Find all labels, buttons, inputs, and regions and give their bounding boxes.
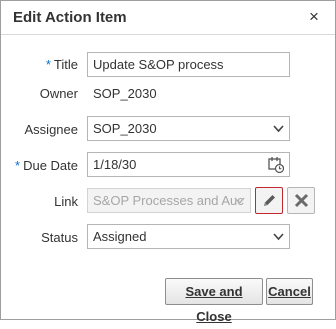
close-x-icon: [294, 193, 309, 213]
owner-value: SOP_2030: [93, 86, 157, 101]
assignee-label: Assignee: [24, 122, 78, 137]
chevron-down-icon: [273, 117, 284, 140]
due-date-input[interactable]: 1/18/30: [87, 152, 290, 177]
due-date-label: * Due Date: [15, 158, 78, 173]
assignee-select[interactable]: SOP_2030: [87, 116, 290, 141]
title-label: * Title: [45, 57, 78, 72]
edit-link-button[interactable]: [255, 187, 283, 214]
save-and-close-button[interactable]: Save and Close: [165, 278, 263, 324]
pencil-icon: [262, 193, 277, 213]
remove-link-button[interactable]: [287, 187, 315, 214]
cancel-button[interactable]: Cancel: [266, 278, 313, 305]
link-label: Link: [54, 194, 78, 209]
assignee-value: SOP_2030: [93, 121, 157, 136]
owner-label: Owner: [39, 86, 78, 101]
chevron-down-icon: [234, 189, 245, 212]
title-input[interactable]: Update S&OP process: [87, 52, 290, 77]
status-value: Assigned: [93, 229, 147, 244]
close-button[interactable]: ×: [306, 8, 322, 26]
chevron-down-icon: [273, 225, 284, 248]
link-value: S&OP Processes and Auc: [93, 193, 244, 208]
due-date-value: 1/18/30: [93, 157, 137, 172]
link-select: S&OP Processes and Auc: [87, 188, 251, 213]
edit-action-item-dialog: Edit Action Item × * Title Update S&OP pr…: [0, 0, 336, 324]
status-select[interactable]: Assigned: [87, 224, 290, 249]
required-marker: *: [45, 57, 51, 72]
status-label: Status: [41, 230, 78, 245]
calendar-icon[interactable]: [268, 156, 285, 176]
dialog-title: Edit Action Item: [13, 9, 127, 26]
header-divider: [1, 34, 335, 35]
required-marker: *: [15, 158, 21, 173]
